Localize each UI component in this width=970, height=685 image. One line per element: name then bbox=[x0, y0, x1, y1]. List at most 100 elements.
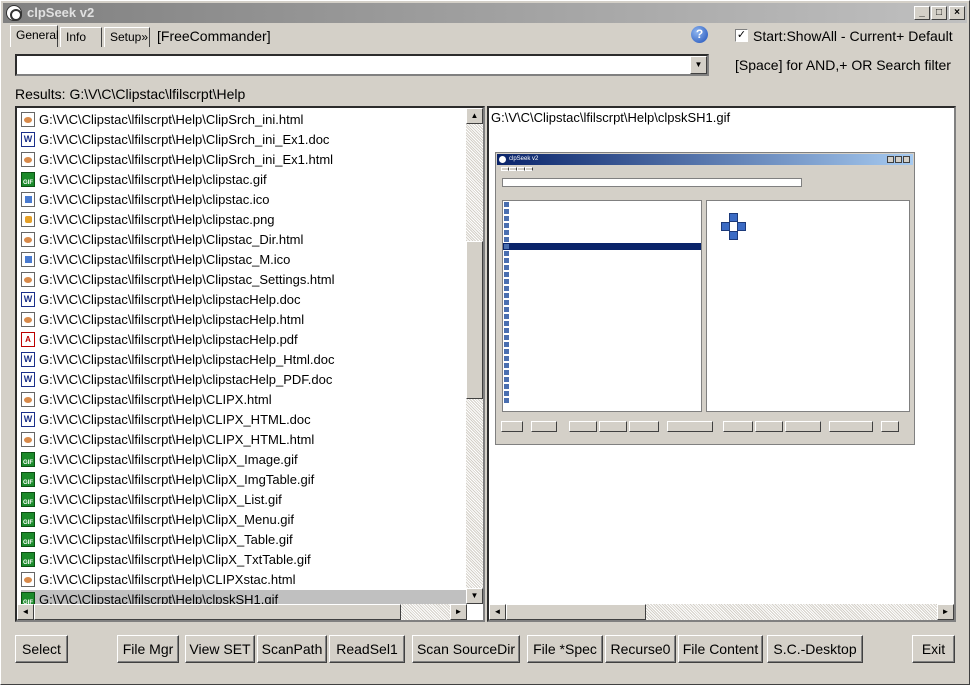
file-list-item[interactable]: GIF G:\V\C\Clipstac\lfilscrpt\Help\ClipX_… bbox=[21, 530, 467, 550]
file-list-item[interactable]: W G:\V\C\Clipstac\lfilscrpt\Help\clipstac… bbox=[21, 350, 467, 370]
file-path-text: G:\V\C\Clipstac\lfilscrpt\Help\Clipstac_… bbox=[39, 272, 335, 287]
scroll-right-icon[interactable]: ► bbox=[450, 604, 467, 620]
file-path-text: G:\V\C\Clipstac\lfilscrpt\Help\clipstacH… bbox=[39, 312, 305, 327]
file-list-item[interactable]: G:\V\C\Clipstac\lfilscrpt\Help\clipstac.… bbox=[21, 190, 467, 210]
file-list-hscrollbar[interactable]: ◄ ► bbox=[17, 604, 467, 620]
preview-image-row bbox=[503, 383, 701, 390]
search-input[interactable] bbox=[17, 56, 689, 74]
file-path-text: G:\V\C\Clipstac\lfilscrpt\Help\ClipX_Img… bbox=[39, 472, 315, 487]
preview-image-pane bbox=[706, 200, 910, 412]
gif-file-icon: GIF bbox=[21, 532, 35, 548]
file-path-text: G:\V\C\Clipstac\lfilscrpt\Help\clipstac.… bbox=[39, 172, 267, 187]
file-path-text: G:\V\C\Clipstac\lfilscrpt\Help\Clipstac_… bbox=[39, 252, 291, 267]
gif-file-icon: GIF bbox=[21, 492, 35, 508]
file-list-item[interactable]: GIF G:\V\C\Clipstac\lfilscrpt\Help\ClipX_… bbox=[21, 550, 467, 570]
file-path-text: G:\V\C\Clipstac\lfilscrpt\Help\ClipSrch_… bbox=[39, 152, 334, 167]
recurse0-button[interactable]: Recurse0 bbox=[605, 635, 676, 663]
preview-scroll-left-icon[interactable]: ◄ bbox=[489, 604, 506, 620]
scroll-left-icon[interactable]: ◄ bbox=[17, 604, 34, 620]
tab-info[interactable]: Info bbox=[60, 27, 102, 47]
file-list-item[interactable]: W G:\V\C\Clipstac\lfilscrpt\Help\ClipSrch… bbox=[21, 130, 467, 150]
file-list-vscrollbar[interactable]: ▲ ▼ bbox=[466, 108, 483, 604]
preview-image-row bbox=[503, 355, 701, 362]
file-list-item[interactable]: G:\V\C\Clipstac\lfilscrpt\Help\ClipSrch_… bbox=[21, 150, 467, 170]
file-path-text: G:\V\C\Clipstac\lfilscrpt\Help\clipstacH… bbox=[39, 372, 333, 387]
close-button[interactable]: × bbox=[949, 6, 965, 20]
preview-image-row bbox=[503, 320, 701, 327]
file-list-item[interactable]: W G:\V\C\Clipstac\lfilscrpt\Help\CLIPX_HT… bbox=[21, 410, 467, 430]
help-icon[interactable]: ? bbox=[691, 26, 708, 43]
preview-image-row bbox=[503, 257, 701, 264]
preview-image-row bbox=[503, 222, 701, 229]
html-file-icon bbox=[21, 272, 35, 288]
scan-path-button[interactable]: ScanPath bbox=[257, 635, 327, 663]
html-file-icon bbox=[21, 312, 35, 328]
scroll-up-icon[interactable]: ▲ bbox=[466, 108, 483, 124]
file-content-button[interactable]: File Content bbox=[678, 635, 763, 663]
read-sel1-button[interactable]: ReadSel1 bbox=[329, 635, 405, 663]
search-combobox[interactable]: ▼ bbox=[15, 54, 709, 76]
file-list-item[interactable]: G:\V\C\Clipstac\lfilscrpt\Help\CLIPX_HTM… bbox=[21, 430, 467, 450]
tab-general[interactable]: General bbox=[10, 25, 59, 47]
gif-file-icon: GIF bbox=[21, 472, 35, 488]
app-logo-icon bbox=[6, 5, 22, 21]
file-list-item[interactable]: G:\V\C\Clipstac\lfilscrpt\Help\ClipSrch_… bbox=[21, 110, 467, 130]
chevron-down-icon[interactable]: ▼ bbox=[690, 56, 707, 74]
file-list-item[interactable]: G:\V\C\Clipstac\lfilscrpt\Help\clipstac.… bbox=[21, 210, 467, 230]
file-mgr-button[interactable]: File Mgr bbox=[117, 635, 179, 663]
word-doc-icon: W bbox=[21, 352, 35, 368]
file-list-item[interactable]: G:\V\C\Clipstac\lfilscrpt\Help\clipstacH… bbox=[21, 310, 467, 330]
maximize-button[interactable]: □ bbox=[931, 6, 947, 20]
preview-image-list bbox=[502, 200, 702, 412]
preview-image-row bbox=[503, 397, 701, 404]
preview-image-row bbox=[503, 264, 701, 271]
file-list[interactable]: G:\V\C\Clipstac\lfilscrpt\Help\ClipSrch_… bbox=[15, 106, 485, 622]
file-list-item[interactable]: G:\V\C\Clipstac\lfilscrpt\Help\Clipstac_… bbox=[21, 230, 467, 250]
file-list-item[interactable]: GIF G:\V\C\Clipstac\lfilscrpt\Help\ClipX_… bbox=[21, 490, 467, 510]
ico-file-icon bbox=[21, 252, 35, 268]
preview-image-row bbox=[503, 306, 701, 313]
preview-image-row bbox=[503, 236, 701, 243]
minimize-button[interactable]: _ bbox=[914, 6, 930, 20]
html-file-icon bbox=[21, 112, 35, 128]
select-button[interactable]: Select bbox=[15, 635, 68, 663]
html-file-icon bbox=[21, 572, 35, 588]
file-list-item[interactable]: GIF G:\V\C\Clipstac\lfilscrpt\Help\ClipX_… bbox=[21, 510, 467, 530]
view-set-button[interactable]: View SET bbox=[185, 635, 255, 663]
exit-button[interactable]: Exit bbox=[912, 635, 955, 663]
file-list-item[interactable]: GIF G:\V\C\Clipstac\lfilscrpt\Help\ClipX_… bbox=[21, 470, 467, 490]
sc-desktop-button[interactable]: S.C.-Desktop bbox=[767, 635, 863, 663]
preview-image-row bbox=[503, 250, 701, 257]
file-list-item[interactable]: GIF G:\V\C\Clipstac\lfilscrpt\Help\ClipX_… bbox=[21, 450, 467, 470]
preview-path: G:\V\C\Clipstac\lfilscrpt\Help\clpskSH1.… bbox=[491, 110, 731, 125]
file-list-item[interactable]: G:\V\C\Clipstac\lfilscrpt\Help\CLIPXstac… bbox=[21, 570, 467, 590]
scan-sourcedir-button[interactable]: Scan SourceDir bbox=[412, 635, 520, 663]
file-list-item[interactable]: GIF G:\V\C\Clipstac\lfilscrpt\Help\clipst… bbox=[21, 170, 467, 190]
tab-setup[interactable]: Setup» bbox=[104, 27, 150, 47]
scroll-down-icon[interactable]: ▼ bbox=[466, 588, 483, 604]
freecommander-link[interactable]: [FreeCommander] bbox=[157, 28, 271, 44]
preview-image-row bbox=[503, 390, 701, 397]
file-list-item[interactable]: G:\V\C\Clipstac\lfilscrpt\Help\Clipstac_… bbox=[21, 250, 467, 270]
preview-scroll-right-icon[interactable]: ► bbox=[937, 604, 954, 620]
vscroll-thumb[interactable] bbox=[466, 241, 483, 399]
file-list-item[interactable]: G:\V\C\Clipstac\lfilscrpt\Help\Clipstac_… bbox=[21, 270, 467, 290]
preview-image-row bbox=[503, 292, 701, 299]
preview-image-row bbox=[503, 285, 701, 292]
title-bar[interactable]: clpSeek v2 _ □ × bbox=[3, 3, 967, 23]
file-spec-button[interactable]: File *Spec bbox=[527, 635, 603, 663]
file-list-item[interactable]: A G:\V\C\Clipstac\lfilscrpt\Help\clipstac… bbox=[21, 330, 467, 350]
window-title: clpSeek v2 bbox=[27, 5, 95, 20]
show-all-checkbox[interactable]: ✓ bbox=[735, 29, 748, 42]
preview-image-input bbox=[502, 178, 802, 187]
hscroll-thumb[interactable] bbox=[34, 604, 401, 620]
file-list-rows: G:\V\C\Clipstac\lfilscrpt\Help\ClipSrch_… bbox=[21, 110, 467, 610]
preview-hscroll-thumb[interactable] bbox=[506, 604, 646, 620]
html-file-icon bbox=[21, 152, 35, 168]
preview-image-row bbox=[503, 271, 701, 278]
show-all-label[interactable]: Start:ShowAll - Current+ Default bbox=[753, 28, 953, 44]
file-list-item[interactable]: W G:\V\C\Clipstac\lfilscrpt\Help\clipstac… bbox=[21, 370, 467, 390]
preview-hscrollbar[interactable]: ◄ ► bbox=[489, 604, 954, 620]
file-list-item[interactable]: G:\V\C\Clipstac\lfilscrpt\Help\CLIPX.htm… bbox=[21, 390, 467, 410]
file-list-item[interactable]: W G:\V\C\Clipstac\lfilscrpt\Help\clipstac… bbox=[21, 290, 467, 310]
